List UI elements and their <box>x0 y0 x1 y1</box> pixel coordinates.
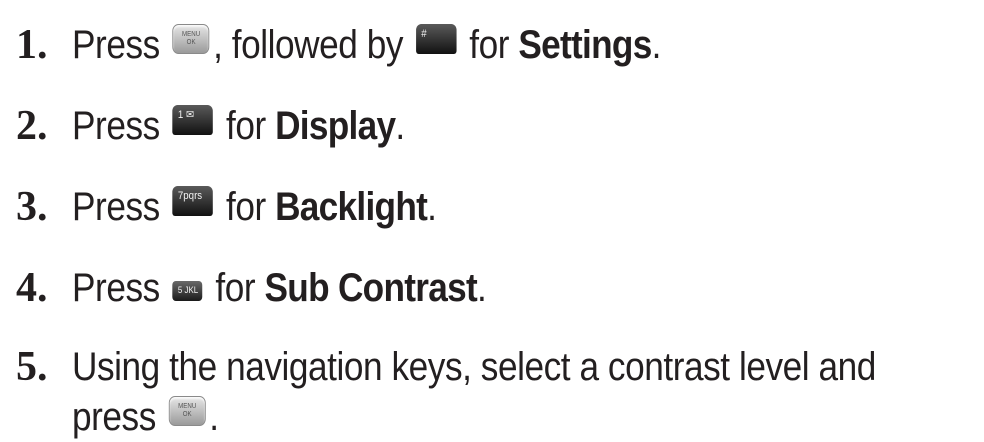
menu-option-display: Display <box>275 104 396 148</box>
step-text: Press 5 JKL for Sub Contrast. <box>72 266 487 310</box>
step-number: 5. <box>16 344 48 390</box>
instruction-steps: 1. Press MENU OK, followed by # for Setti… <box>0 0 984 439</box>
menu-ok-key-icon: MENU OK <box>168 396 206 426</box>
step-number: 1. <box>16 22 48 68</box>
key-7-pqrs-icon: 7pqrs <box>172 186 214 216</box>
step-text: Press 1 ✉ for Display. <box>72 104 405 148</box>
step-number: 2. <box>16 103 48 149</box>
step-text: Press MENU OK, followed by # for Settings… <box>72 23 661 67</box>
key-1-icon: 1 ✉ <box>172 105 214 135</box>
menu-option-settings: Settings <box>518 23 652 67</box>
step-text: Press 7pqrs for Backlight. <box>72 185 437 229</box>
key-5-jkl-icon: 5 JKL <box>172 281 203 301</box>
hash-space-key-icon: # <box>415 24 457 54</box>
menu-option-backlight: Backlight <box>275 185 428 229</box>
step-number: 4. <box>16 265 48 311</box>
step-number: 3. <box>16 184 48 230</box>
menu-ok-key-icon: MENU OK <box>172 24 210 54</box>
menu-option-sub-contrast: Sub Contrast <box>264 266 478 310</box>
step-text: Using the navigation keys, select a cont… <box>72 345 876 439</box>
